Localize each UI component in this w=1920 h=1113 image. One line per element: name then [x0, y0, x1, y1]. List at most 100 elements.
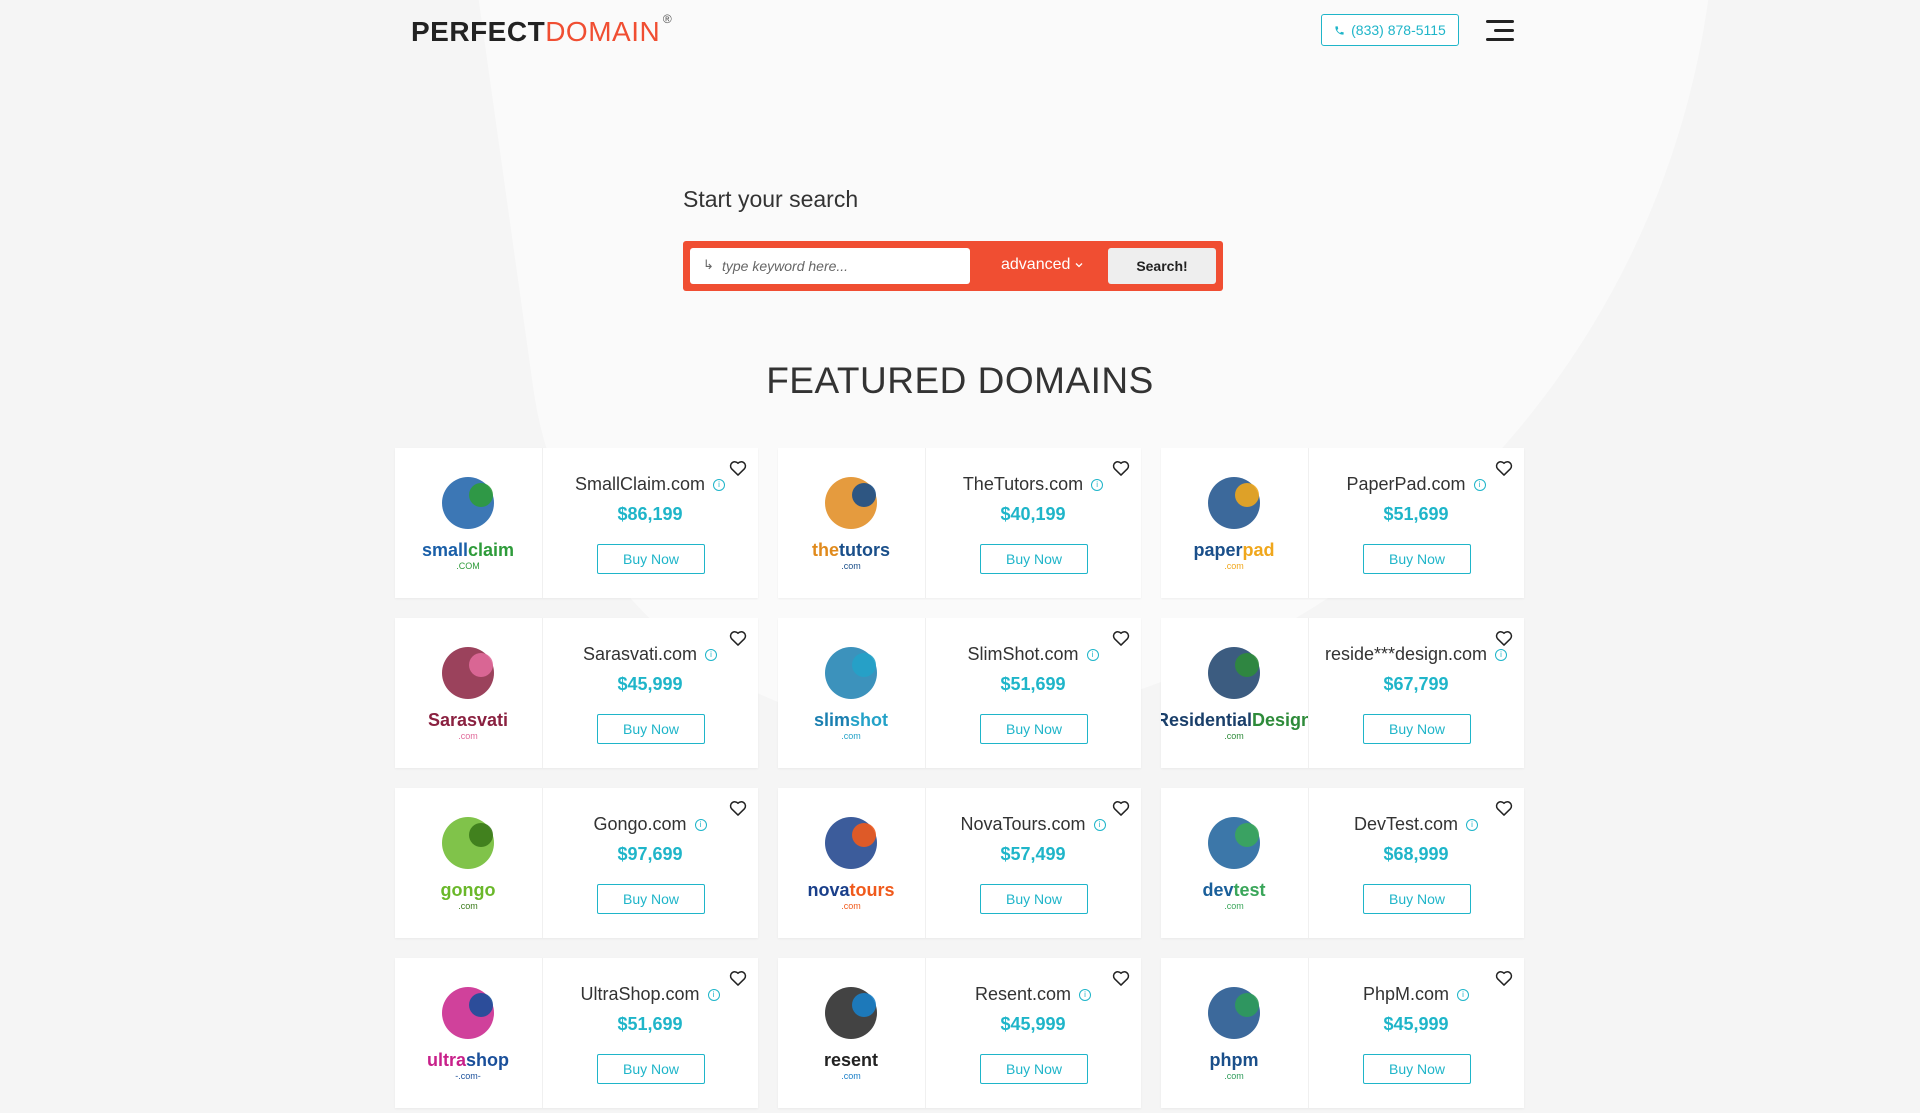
- phone-button[interactable]: (833) 878-5115: [1321, 14, 1459, 46]
- logo-suffix: .com: [1224, 561, 1244, 571]
- heart-icon[interactable]: [1111, 798, 1131, 818]
- info-icon[interactable]: i: [1086, 649, 1099, 662]
- info-icon[interactable]: i: [1466, 819, 1479, 832]
- chevron-down-icon: [1075, 263, 1083, 268]
- domain-logo: paperpad .com: [1161, 448, 1309, 598]
- domain-name[interactable]: UltraShop.com i: [542, 984, 758, 1005]
- info-icon[interactable]: i: [1091, 479, 1104, 492]
- domain-logo: thetutors .com: [778, 448, 926, 598]
- info-icon[interactable]: i: [1473, 479, 1486, 492]
- domain-name[interactable]: reside***design.com i: [1308, 644, 1524, 665]
- domain-name[interactable]: DevTest.com i: [1308, 814, 1524, 835]
- info-icon[interactable]: i: [1495, 649, 1508, 662]
- domain-logo-graphic: resent .com: [824, 987, 878, 1081]
- logo-word-1: small: [422, 540, 468, 560]
- buy-now-button[interactable]: Buy Now: [1363, 884, 1471, 914]
- domain-logo: ultrashop -.com-: [395, 958, 543, 1108]
- domain-card[interactable]: ultrashop -.com- UltraShop.com i $51,699 …: [395, 958, 758, 1108]
- logo-word-2: test: [1234, 880, 1266, 900]
- domain-price: $45,999: [1383, 1014, 1449, 1034]
- domain-logo-graphic: phpm .com: [1208, 987, 1260, 1081]
- domain-price: $45,999: [617, 674, 683, 694]
- svg-text:gongo: gongo: [441, 880, 496, 900]
- advanced-dropdown[interactable]: advanced: [1001, 256, 1084, 274]
- registered-mark: ®: [662, 12, 673, 26]
- advanced-label: advanced: [1001, 256, 1071, 273]
- heart-icon[interactable]: [1494, 628, 1514, 648]
- domain-logo: smallclaim .COM: [395, 448, 543, 598]
- buy-now-button[interactable]: Buy Now: [1363, 544, 1471, 574]
- domain-card[interactable]: paperpad .com PaperPad.com i $51,699 Buy …: [1161, 448, 1524, 598]
- site-logo[interactable]: PERFECTDOMAIN ®: [411, 12, 672, 48]
- domain-logo-graphic: slimshot .com: [814, 647, 888, 741]
- domain-info: Gongo.com i $97,699 Buy Now: [542, 788, 758, 938]
- logo-suffix: .com: [1224, 901, 1244, 911]
- logo-suffix: .com: [841, 561, 861, 571]
- domain-card[interactable]: ResidentialDesign .com reside***design.c…: [1156, 618, 1524, 768]
- info-icon[interactable]: i: [705, 649, 718, 662]
- domain-name[interactable]: PhpM.com i: [1308, 984, 1524, 1005]
- heart-icon[interactable]: [1494, 798, 1514, 818]
- domain-name-text: Gongo.com: [593, 814, 687, 834]
- buy-now-button[interactable]: Buy Now: [597, 714, 705, 744]
- svg-text:Sarasvati: Sarasvati: [428, 710, 508, 730]
- domain-name-text: SmallClaim.com: [574, 474, 706, 494]
- domain-info: PaperPad.com i $51,699 Buy Now: [1308, 448, 1524, 598]
- info-icon[interactable]: i: [694, 819, 707, 832]
- domain-card[interactable]: devtest .com DevTest.com i $68,999 Buy No…: [1161, 788, 1524, 938]
- logo-word-2: shot: [850, 710, 888, 730]
- domain-card[interactable]: smallclaim .COM SmallClaim.com i $86,199 …: [395, 448, 758, 598]
- domain-card[interactable]: slimshot .com SlimShot.com i $51,699 Buy …: [778, 618, 1141, 768]
- domain-name[interactable]: Gongo.com i: [542, 814, 758, 835]
- buy-now-button[interactable]: Buy Now: [597, 544, 705, 574]
- domain-name-text: PaperPad.com: [1346, 474, 1466, 494]
- info-icon[interactable]: i: [1457, 989, 1470, 1002]
- domain-card[interactable]: gongo .com Gongo.com i $97,699 Buy Now: [395, 788, 758, 938]
- domain-logo-graphic: smallclaim .COM: [422, 477, 514, 571]
- logo-word-1: Sarasvati: [428, 710, 508, 730]
- info-icon[interactable]: i: [707, 989, 720, 1002]
- buy-now-button[interactable]: Buy Now: [597, 884, 705, 914]
- domain-card[interactable]: resent .com Resent.com i $45,999 Buy Now: [778, 958, 1141, 1108]
- hamburger-menu-icon[interactable]: [1486, 20, 1514, 42]
- heart-icon[interactable]: [1111, 458, 1131, 478]
- domain-name[interactable]: Sarasvati.com i: [542, 644, 758, 665]
- domain-name[interactable]: Resent.com i: [925, 984, 1141, 1005]
- search-input[interactable]: [690, 248, 970, 284]
- buy-now-button[interactable]: Buy Now: [1363, 714, 1471, 744]
- heart-icon[interactable]: [728, 968, 748, 988]
- domain-name[interactable]: NovaTours.com i: [925, 814, 1141, 835]
- domain-price: $45,999: [1000, 1014, 1066, 1034]
- domain-card[interactable]: phpm .com PhpM.com i $45,999 Buy Now: [1161, 958, 1524, 1108]
- domain-name[interactable]: TheTutors.com i: [925, 474, 1141, 495]
- info-icon[interactable]: i: [713, 479, 726, 492]
- domain-name[interactable]: PaperPad.com i: [1308, 474, 1524, 495]
- svg-text:devtest: devtest: [1202, 880, 1265, 900]
- info-icon[interactable]: i: [1093, 819, 1106, 832]
- buy-now-button[interactable]: Buy Now: [980, 884, 1088, 914]
- domain-card[interactable]: thetutors .com TheTutors.com i $40,199 Bu…: [778, 448, 1141, 598]
- heart-icon[interactable]: [1494, 458, 1514, 478]
- logo-word-1: the: [812, 540, 839, 560]
- heart-icon[interactable]: [728, 628, 748, 648]
- heart-icon[interactable]: [728, 798, 748, 818]
- logo-word-2: Design: [1252, 710, 1308, 730]
- buy-now-button[interactable]: Buy Now: [980, 544, 1088, 574]
- domain-name-text: TheTutors.com: [962, 474, 1084, 494]
- svg-text:ResidentialDesign: ResidentialDesign: [1161, 710, 1308, 730]
- domain-name[interactable]: SmallClaim.com i: [542, 474, 758, 495]
- logo-word-2: pad: [1243, 540, 1275, 560]
- svg-text:resent: resent: [824, 1050, 878, 1070]
- domain-logo-graphic: novatours .com: [807, 817, 895, 911]
- heart-icon[interactable]: [1494, 968, 1514, 988]
- buy-now-button[interactable]: Buy Now: [980, 714, 1088, 744]
- heart-icon[interactable]: [1111, 628, 1131, 648]
- domain-card[interactable]: Sarasvati .com Sarasvati.com i $45,999 Bu…: [395, 618, 758, 768]
- heart-icon[interactable]: [728, 458, 748, 478]
- domain-name-text: Resent.com: [974, 984, 1072, 1004]
- info-icon[interactable]: i: [1079, 989, 1092, 1002]
- heart-icon[interactable]: [1111, 968, 1131, 988]
- domain-card[interactable]: novatours .com NovaTours.com i $57,499 Bu…: [778, 788, 1141, 938]
- search-button[interactable]: Search!: [1108, 248, 1216, 284]
- domain-name[interactable]: SlimShot.com i: [925, 644, 1141, 665]
